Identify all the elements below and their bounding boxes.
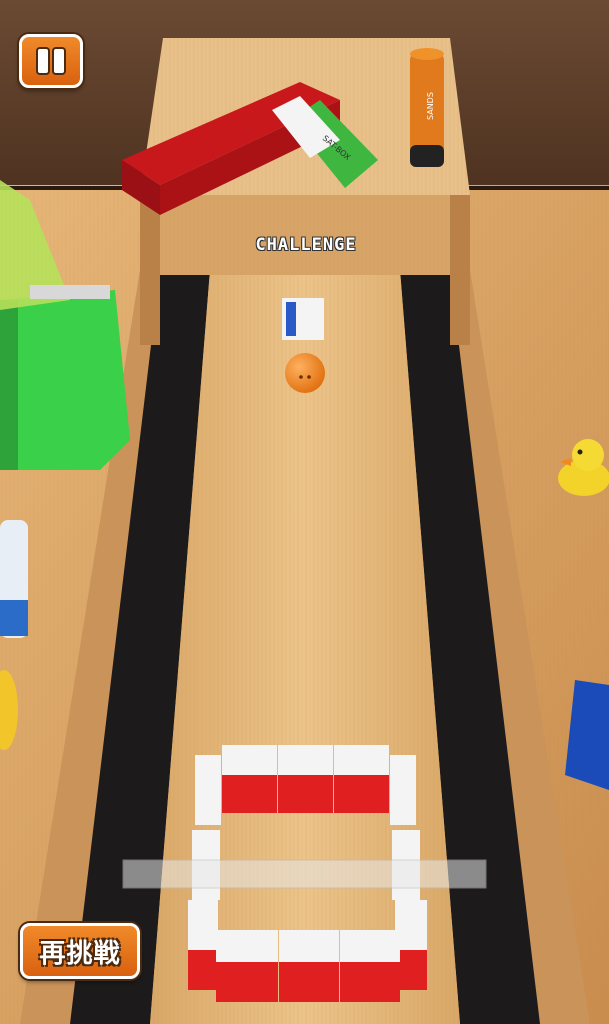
ball-hole-1	[299, 375, 303, 379]
eraser-pin-band	[279, 962, 339, 1002]
eraser-pin	[195, 755, 221, 825]
ball-hole-2	[307, 375, 311, 379]
retry-button[interactable]: 再挑戦	[20, 923, 140, 979]
eraser-pin-band	[188, 950, 218, 990]
eraser-pin-band	[278, 775, 333, 813]
eraser-pin-band	[222, 775, 277, 813]
bowling-ball[interactable]	[285, 353, 325, 393]
duck-head	[572, 439, 604, 471]
eraser-pin-band	[340, 962, 400, 1002]
retry-label: 再挑戦	[39, 938, 121, 969]
blue-bottle-band	[0, 600, 28, 636]
small-blue-eraser-band	[286, 302, 296, 336]
glue-stick-cap	[410, 48, 444, 60]
board-left-leg	[140, 195, 160, 345]
eraser-pin-band	[216, 962, 278, 1002]
duck-eye	[577, 449, 583, 455]
eraser-pins-front-row	[216, 930, 400, 1002]
pause-button[interactable]	[19, 34, 83, 88]
eraser-pins-back-row	[222, 745, 389, 813]
glue-brand-text: SANDS	[426, 92, 435, 120]
tape-cutter	[30, 285, 110, 299]
eraser-pin-band	[334, 775, 389, 813]
clear-ruler	[122, 859, 487, 889]
tape-dispenser-front	[0, 300, 18, 470]
board-right-leg	[450, 195, 470, 345]
challenge-label: CHALLENGE	[255, 235, 357, 255]
glue-stick-band	[410, 145, 444, 167]
game-scene: SAT-BOX SANDS	[0, 0, 609, 1024]
tape-dispenser-base	[0, 290, 130, 470]
eraser-pin	[390, 755, 416, 825]
